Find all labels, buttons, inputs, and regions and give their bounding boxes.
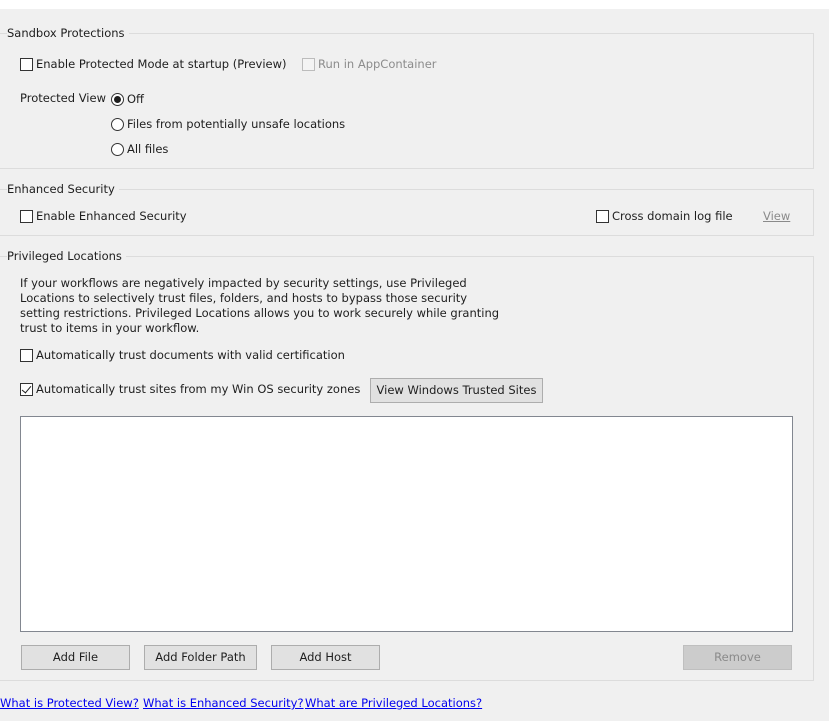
trust-sites-label[interactable]: Automatically trust sites from my Win OS…: [36, 382, 360, 396]
add-folder-path-button[interactable]: Add Folder Path: [144, 645, 257, 670]
trust-certification-checkbox[interactable]: [20, 349, 33, 362]
protected-mode-label[interactable]: Enable Protected Mode at startup (Previe…: [36, 57, 286, 71]
cross-domain-label[interactable]: Cross domain log file: [612, 209, 733, 223]
protected-view-off-radio[interactable]: [111, 93, 124, 106]
protected-view-off-label[interactable]: Off: [127, 92, 144, 106]
protected-view-help-link[interactable]: What is Protected View?: [0, 696, 139, 710]
appcontainer-checkbox: [302, 58, 315, 71]
remove-button: Remove: [683, 645, 792, 670]
enhanced-security-checkbox[interactable]: [20, 210, 33, 223]
add-host-button[interactable]: Add Host: [271, 645, 380, 670]
protected-view-label: Protected View: [20, 91, 106, 105]
appcontainer-label: Run in AppContainer: [318, 57, 437, 71]
protected-mode-checkbox[interactable]: [20, 58, 33, 71]
privileged-locations-help-link[interactable]: What are Privileged Locations?: [305, 696, 482, 710]
protected-view-all-radio[interactable]: [111, 143, 124, 156]
view-trusted-sites-button[interactable]: View Windows Trusted Sites: [370, 378, 543, 403]
privileged-description: If your workflows are negatively impacte…: [20, 276, 500, 335]
enhanced-security-label[interactable]: Enable Enhanced Security: [36, 209, 187, 223]
privileged-locations-list[interactable]: [20, 416, 793, 632]
trust-sites-checkbox[interactable]: [20, 383, 33, 396]
privileged-locations-title: Privileged Locations: [7, 249, 126, 263]
view-log-link: View: [763, 209, 791, 223]
protected-view-unsafe-label[interactable]: Files from potentially unsafe locations: [127, 117, 345, 131]
trust-certification-label[interactable]: Automatically trust documents with valid…: [36, 348, 345, 362]
protected-view-all-label[interactable]: All files: [127, 142, 168, 156]
top-strip: [0, 0, 829, 9]
cross-domain-checkbox[interactable]: [596, 210, 609, 223]
enhanced-security-title: Enhanced Security: [7, 182, 119, 196]
protected-view-unsafe-radio[interactable]: [111, 118, 124, 131]
add-file-button[interactable]: Add File: [21, 645, 130, 670]
sandbox-protections-title: Sandbox Protections: [7, 26, 129, 40]
enhanced-security-help-link[interactable]: What is Enhanced Security?: [143, 696, 304, 710]
